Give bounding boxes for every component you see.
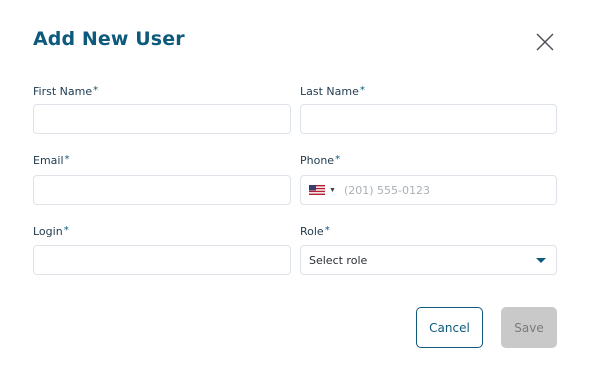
close-icon (536, 33, 554, 51)
first-name-input[interactable] (34, 105, 290, 133)
cancel-button[interactable]: Cancel (416, 307, 483, 348)
login-label-text: Login (33, 225, 63, 238)
login-label: Login* (33, 225, 69, 238)
last-name-field[interactable] (300, 104, 557, 134)
required-marker: * (359, 85, 365, 96)
required-marker: * (93, 85, 99, 96)
email-field[interactable] (33, 175, 291, 205)
phone-label: Phone* (300, 154, 340, 167)
login-field[interactable] (33, 245, 291, 275)
role-select[interactable]: Select role (300, 245, 557, 275)
save-button[interactable]: Save (501, 307, 557, 348)
role-label-text: Role (300, 225, 324, 238)
required-marker: * (324, 225, 330, 236)
login-input[interactable] (34, 246, 290, 274)
required-marker: * (335, 154, 341, 165)
add-user-dialog: Add New User First Name* Last Name* Emai… (0, 0, 589, 381)
chevron-down-icon (536, 257, 546, 263)
first-name-label: First Name* (33, 85, 98, 98)
required-marker: * (63, 225, 69, 236)
dialog-title: Add New User (33, 28, 185, 50)
chevron-down-icon: ▼ (329, 186, 336, 194)
phone-label-text: Phone (300, 154, 335, 167)
email-label-text: Email (33, 154, 64, 167)
last-name-label-text: Last Name (300, 85, 359, 98)
email-input[interactable] (34, 176, 290, 204)
last-name-input[interactable] (301, 105, 556, 133)
us-flag-icon (309, 185, 325, 195)
role-label: Role* (300, 225, 330, 238)
first-name-label-text: First Name (33, 85, 93, 98)
role-select-value: Select role (309, 253, 368, 267)
phone-input[interactable] (335, 176, 556, 204)
email-label: Email* (33, 154, 70, 167)
first-name-field[interactable] (33, 104, 291, 134)
close-button[interactable] (533, 30, 557, 54)
country-selector[interactable]: ▼ (301, 185, 336, 195)
required-marker: * (64, 154, 70, 165)
last-name-label: Last Name* (300, 85, 365, 98)
phone-field[interactable]: ▼ (300, 175, 557, 205)
